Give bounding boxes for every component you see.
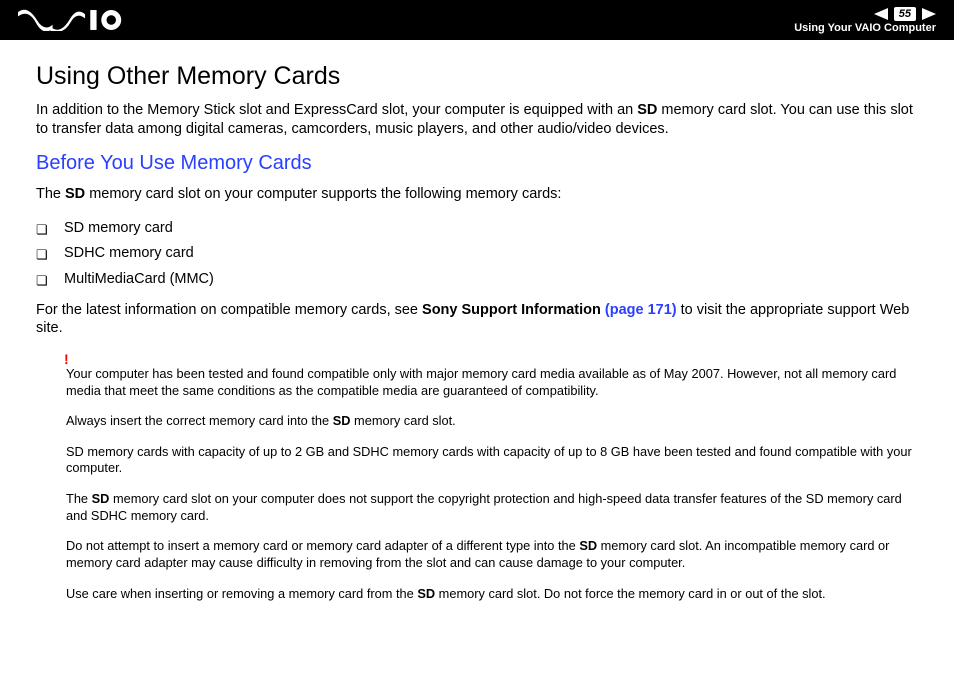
list-item-label: SD memory card [64,220,173,236]
bullet-icon: ❏ [36,245,48,265]
bold-sd: SD [417,586,435,601]
nav-next-button[interactable] [922,8,936,20]
list-item-label: SDHC memory card [64,245,194,261]
list-item: ❏ MultiMediaCard (MMC) [36,269,918,291]
note-paragraph: SD memory cards with capacity of up to 2… [66,444,918,477]
bold-sd: SD [333,413,351,428]
list-item: ❏ SDHC memory card [36,243,918,265]
supports-paragraph: The SD memory card slot on your computer… [36,185,918,204]
note-paragraph: Use care when inserting or removing a me… [66,586,918,603]
vaio-logo [18,9,128,31]
intro-paragraph: In addition to the Memory Stick slot and… [36,101,918,138]
text: The [36,186,65,202]
text: memory card slot. Do not force the memor… [435,586,825,601]
section-title: Using Your VAIO Computer [794,22,936,34]
bold-sd: SD [65,186,85,202]
latest-info-paragraph: For the latest information on compatible… [36,301,918,338]
bullet-icon: ❏ [36,220,48,240]
page-link[interactable]: (page 171) [605,302,677,318]
text: memory card slot on your computer suppor… [85,186,561,202]
list-item: ❏ SD memory card [36,218,918,240]
bold-support: Sony Support Information [422,302,605,318]
header-right: 55 Using Your VAIO Computer [794,7,936,34]
text: Do not attempt to insert a memory card o… [66,538,579,553]
note-paragraph: Always insert the correct memory card in… [66,413,918,430]
memory-card-list: ❏ SD memory card ❏ SDHC memory card ❏ Multi… [36,218,918,291]
bold-sd: SD [637,102,657,118]
text: memory card slot on your computer does n… [66,491,902,523]
notes-block: ! Your computer has been tested and foun… [66,352,918,602]
warning-icon: ! [64,352,918,366]
note-paragraph: Do not attempt to insert a memory card o… [66,538,918,571]
page-number: 55 [894,7,916,21]
page-content: Using Other Memory Cards In addition to … [0,40,954,602]
bold-sd: SD [579,538,597,553]
page-nav: 55 [874,7,936,21]
text: For the latest information on compatible… [36,302,422,318]
text: memory card slot. [350,413,455,428]
bullet-icon: ❏ [36,271,48,291]
page-title: Using Other Memory Cards [36,62,918,91]
list-item-label: MultiMediaCard (MMC) [64,271,214,287]
nav-prev-button[interactable] [874,8,888,20]
header-bar: 55 Using Your VAIO Computer [0,0,954,40]
subsection-title: Before You Use Memory Cards [36,152,918,175]
note-paragraph: The SD memory card slot on your computer… [66,491,918,524]
text: The [66,491,92,506]
text: Always insert the correct memory card in… [66,413,333,428]
note-paragraph: Your computer has been tested and found … [66,366,918,399]
text: Use care when inserting or removing a me… [66,586,417,601]
text: In addition to the Memory Stick slot and… [36,102,637,118]
bold-sd: SD [92,491,110,506]
